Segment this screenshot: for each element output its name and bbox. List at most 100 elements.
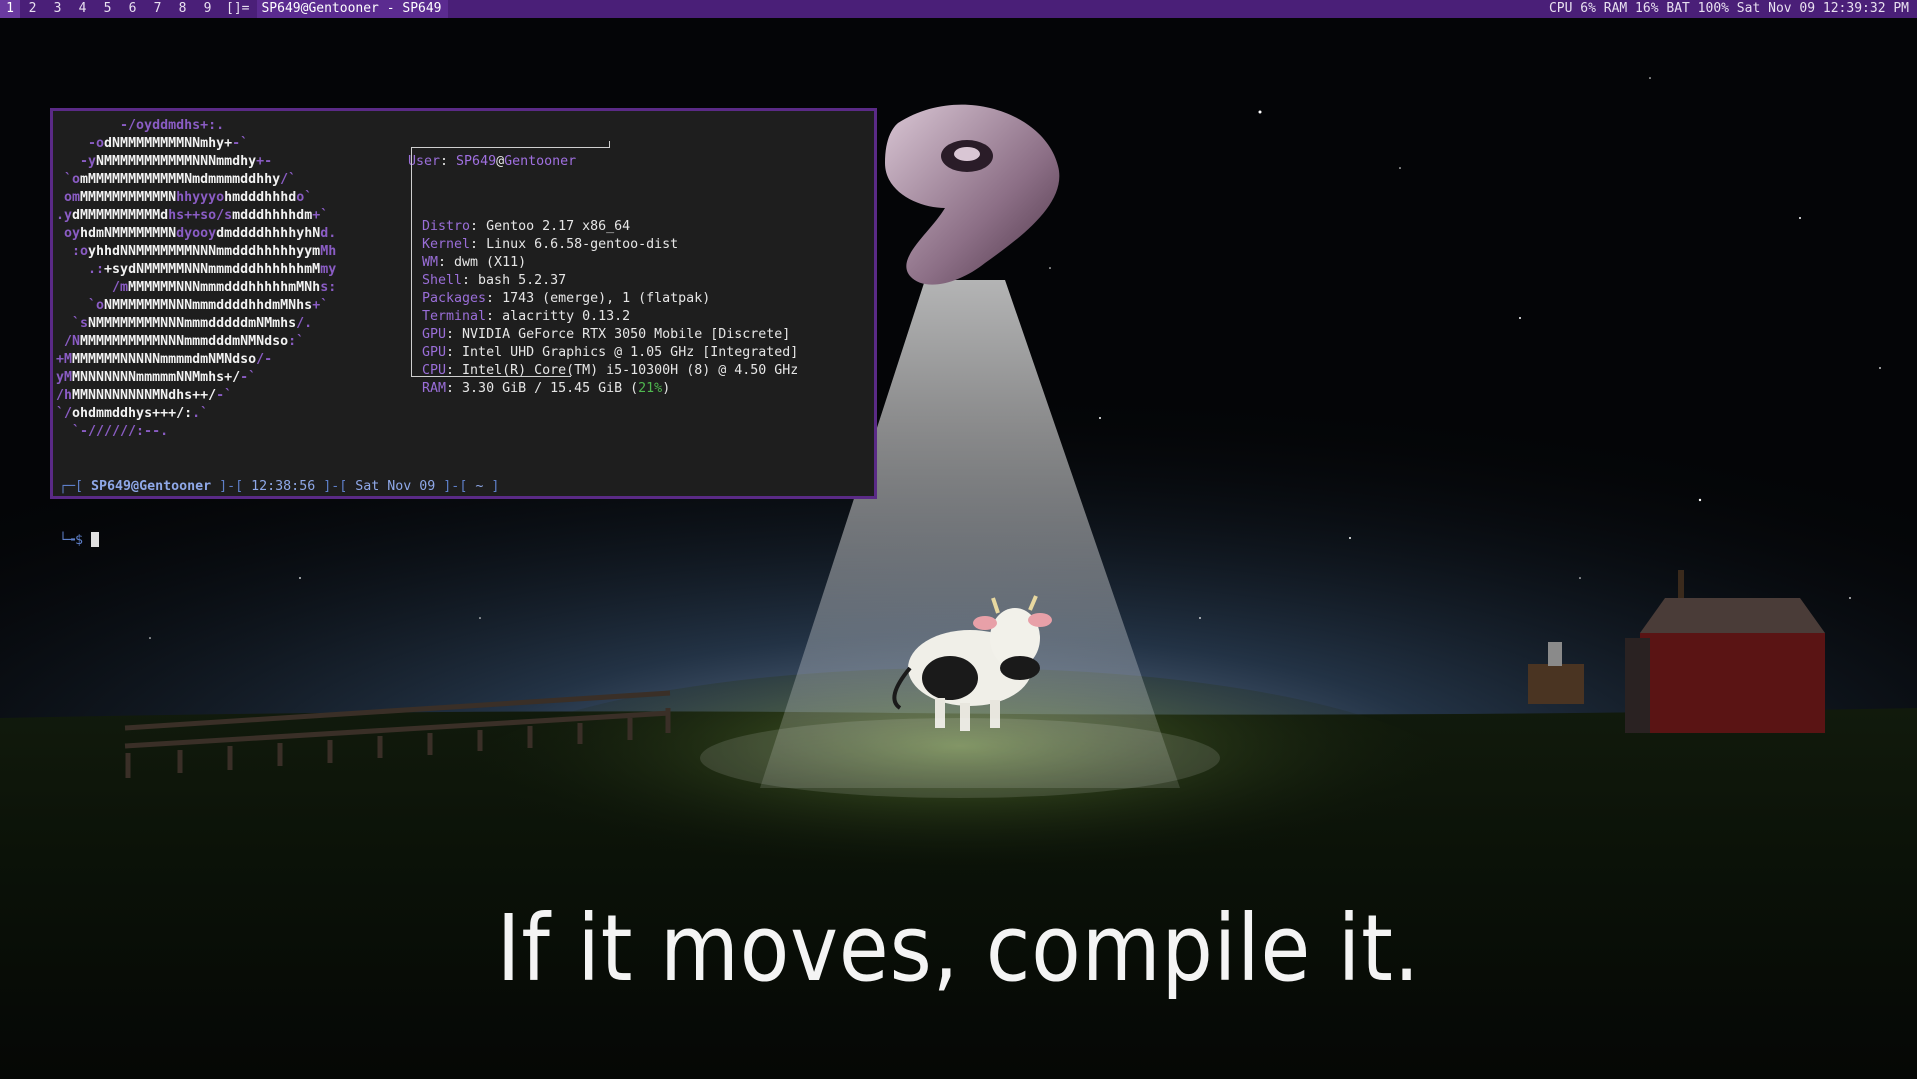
logo-segment: MMMMMMMMMMNNNmmmdddmNMNdso [80,334,289,349]
logo-segment: /. [296,316,313,331]
wallpaper-tagline: If it moves, compile it. [496,895,1421,1002]
workspace-tag-9[interactable]: 9 [195,0,220,18]
info-box-left [411,148,412,376]
logo-line: `omMMMMMMMMMMMMNmdmmmmddhhy/` [56,171,336,189]
workspace-tag-6[interactable]: 6 [120,0,145,18]
logo-segment: `o [56,172,81,187]
info-key: RAM [422,381,447,396]
info-separator: : [486,309,503,324]
info-separator: : [446,345,463,360]
logo-segment: NMMMMMMMMNNNmmmdddddmNMmhs [88,316,297,331]
logo-segment: hs++so/s [168,208,233,223]
workspace-tag-2[interactable]: 2 [20,0,45,18]
logo-line: `oNMMMMMMMNNNmmmddddhhdmMNhs+` [56,297,336,315]
logo-segment: -` [232,136,249,151]
logo-segment: -o [56,136,105,151]
terminal-window[interactable]: -/oyddmdhs+:. -odNMMMMMMMMNNmhy+-` -yNMM… [50,108,877,548]
logo-segment: yM [56,370,73,385]
info-row-wm: WM: dwm (X11) [422,254,798,272]
info-row-shell: Shell: bash 5.2.37 [422,272,798,290]
logo-line: /mMMMMMMNNNmmmdddhhhhhmMNhs: [56,279,336,297]
logo-segment: -/oyddmdhs+:. [56,118,225,133]
logo-segment: NMMMMMMMNNNmmmddddhhdmMNhs [104,298,313,313]
info-value: Intel UHD Graphics @ 1.05 GHz [Integrate… [462,345,799,360]
shell-prompt[interactable]: ┌─[ SP649@Gentooner ]-[ 12:38:56 ]-[ Sat… [59,442,499,586]
info-value: NVIDIA GeForce RTX 3050 Mobile [Discrete… [462,327,791,342]
info-separator: : [470,219,487,234]
info-separator: : [486,291,503,306]
info-value: alacritty 0.13.2 [502,309,631,324]
logo-line: `/ohdmmddhys+++/:.` [56,405,336,423]
logo-segment: +M [56,352,73,367]
logo-segment: /m [56,280,129,295]
logo-segment: /N [56,334,81,349]
logo-segment: MNNNNNNNmmmmmNNMmhs+/ [72,370,241,385]
logo-line: -yNMMMMMMMMMMMNNNmmdhy+- [56,153,336,171]
info-value: 3.30 GiB / 15.45 GiB ( [462,381,639,396]
logo-segment: /h [56,388,73,403]
logo-segment: .` [192,406,209,421]
info-key: Shell [422,273,463,288]
info-value: Linux 6.6.58-gentoo-dist [486,237,679,252]
window-title[interactable]: SP649@Gentooner - SP649 [257,0,448,18]
info-key: GPU [422,327,447,342]
info-key: Kernel [422,237,471,252]
logo-segment: Mh [320,244,337,259]
info-row-packages: Packages: 1743 (emerge), 1 (flatpak) [422,290,798,308]
logo-segment: .: [56,262,105,277]
ram-percent: 21% [638,381,663,396]
info-separator: : [438,255,455,270]
text-cursor[interactable] [91,532,100,547]
logo-segment: dMMMMMMMMMMd [72,208,169,223]
info-row-gpu: GPU: Intel UHD Graphics @ 1.05 GHz [Inte… [422,344,798,362]
info-box-bottom [411,376,571,377]
workspace-tag-1[interactable]: 1 [0,0,20,18]
workspace-tag-7[interactable]: 7 [145,0,170,18]
logo-line: /NMMMMMMMMMMNNNmmmdddmNMNdso:` [56,333,336,351]
logo-segment: o` [296,190,313,205]
logo-segment: MMMMMMNNNNNmmmmdmNMNdso [72,352,257,367]
logo-segment: mdddhhhhdm [232,208,313,223]
info-tail: ) [662,381,671,396]
logo-segment: +` [312,298,329,313]
logo-line: .ydMMMMMMMMMMdhs++so/smdddhhhhdm+` [56,207,336,225]
logo-line: oyhdmNMMMMMMMNdyooydmddddhhhhyhNd. [56,225,336,243]
logo-segment: :` [288,334,305,349]
info-key: Terminal [422,309,487,324]
logo-segment: +sydNMMMMMNNNmmmdddhhhhhhmM [104,262,321,277]
layout-indicator[interactable]: []= [220,0,257,18]
logo-segment: .y [56,208,73,223]
system-status-text: CPU 6% RAM 16% BAT 100% Sat Nov 09 12:39… [1548,1,1909,16]
info-rows: Distro: Gentoo 2.17 x86_64 Kernel: Linux … [408,218,798,398]
logo-segment: my [320,262,337,277]
logo-segment: dyooy [176,226,217,241]
logo-segment: `o [56,298,105,313]
logo-segment: hhyyyo [176,190,225,205]
logo-segment: -y [56,154,97,169]
logo-segment: mMMMMMMMMMMMMNmdmmmmddhhy [80,172,281,187]
logo-segment: +` [312,208,329,223]
logo-line: -odNMMMMMMMMNNmhy+-` [56,135,336,153]
logo-line: /hMMNNNNNNNNMNdhs++/-` [56,387,336,405]
logo-segment: NMMMMMMMMMMMNNNmmdhy [96,154,257,169]
fastfetch-ascii-logo: -/oyddmdhs+:. -odNMMMMMMMMNNmhy+-` -yNMM… [56,117,336,441]
status-bar: 123456789 []= SP649@Gentooner - SP649 CP… [0,0,1917,18]
info-separator: : [462,273,479,288]
info-separator: : [446,381,463,396]
info-key: WM [422,255,439,270]
barn [1625,598,1825,733]
logo-line: .:+sydNMMMMMNNNmmmdddhhhhhhmMmy [56,261,336,279]
logo-segment: s: [320,280,337,295]
workspace-tag-5[interactable]: 5 [95,0,120,18]
info-row-cpu: CPU: Intel(R) Core(TM) i5-10300H (8) @ 4… [422,362,798,380]
logo-segment: hmdddhhhd [224,190,297,205]
workspace-tag-4[interactable]: 4 [70,0,95,18]
logo-segment: hdmNMMMMMMMN [80,226,177,241]
logo-line: -/oyddmdhs+:. [56,117,336,135]
info-value: bash 5.2.37 [478,273,567,288]
info-row-kernel: Kernel: Linux 6.6.58-gentoo-dist [422,236,798,254]
info-row-gpu: GPU: NVIDIA GeForce RTX 3050 Mobile [Dis… [422,326,798,344]
workspace-tag-8[interactable]: 8 [170,0,195,18]
logo-segment: /- [256,352,273,367]
workspace-tag-3[interactable]: 3 [45,0,70,18]
